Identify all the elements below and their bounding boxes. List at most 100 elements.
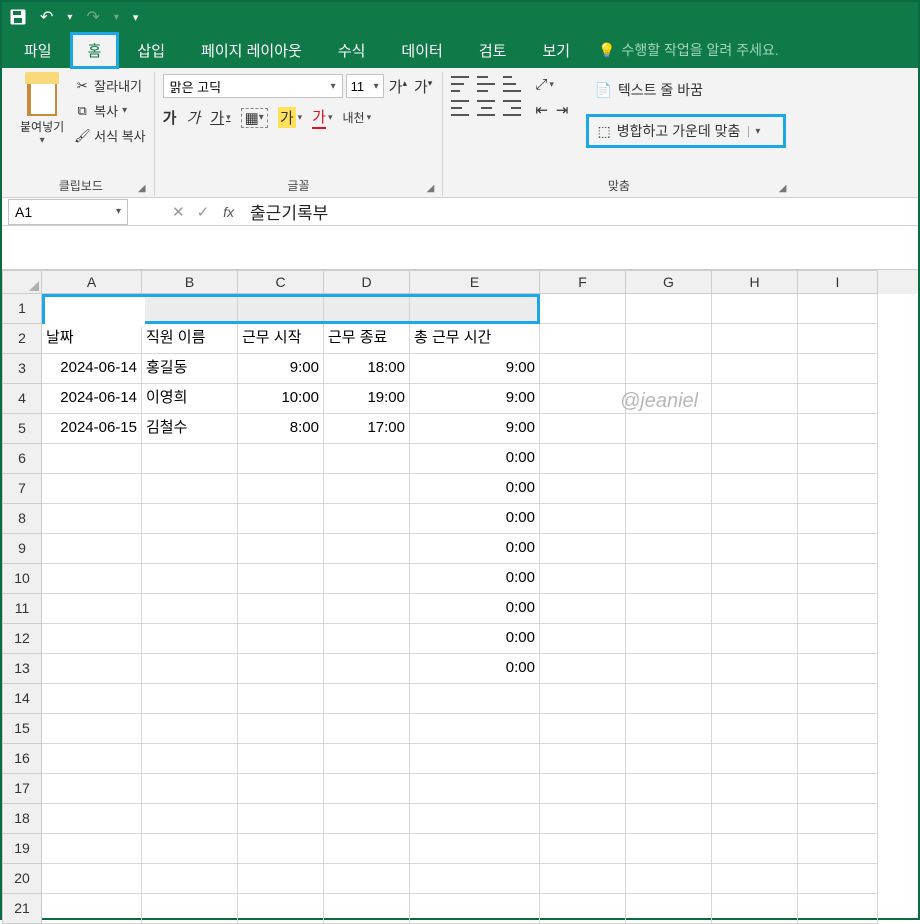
tab-page-layout[interactable]: 페이지 레이아웃 <box>183 32 320 69</box>
cell[interactable] <box>626 564 712 594</box>
font-size-select[interactable]: 11 ▾ <box>346 74 384 98</box>
decrease-font-icon[interactable]: 가▾ <box>412 76 434 97</box>
cell[interactable] <box>142 624 238 654</box>
cell[interactable] <box>712 504 798 534</box>
col-header-A[interactable]: A <box>42 270 142 294</box>
col-header-E[interactable]: E <box>410 270 540 294</box>
row-header[interactable]: 4 <box>2 384 42 414</box>
cell[interactable]: 근무 시작 <box>238 324 324 354</box>
cell[interactable] <box>324 564 410 594</box>
cell[interactable] <box>798 384 878 414</box>
cell[interactable] <box>540 564 626 594</box>
format-painter-button[interactable]: 🖌 서식 복사 <box>74 126 145 145</box>
cell[interactable] <box>540 714 626 744</box>
cell[interactable]: 10:00 <box>238 384 324 414</box>
cell[interactable] <box>712 384 798 414</box>
font-name-select[interactable]: 맑은 고딕 ▾ <box>163 74 343 98</box>
cell[interactable]: 9:00 <box>410 414 540 444</box>
decrease-indent-icon[interactable]: ⇤ <box>535 101 548 119</box>
tab-formulas[interactable]: 수식 <box>320 32 384 69</box>
cell[interactable]: 2024-06-14 <box>42 384 142 414</box>
cell[interactable] <box>410 804 540 834</box>
cell[interactable] <box>142 774 238 804</box>
cell[interactable] <box>540 324 626 354</box>
undo-icon[interactable]: ↶ <box>40 7 53 27</box>
cell[interactable] <box>712 294 798 324</box>
cell[interactable] <box>540 744 626 774</box>
cell[interactable]: 0:00 <box>410 474 540 504</box>
cell[interactable] <box>410 774 540 804</box>
cell[interactable] <box>238 654 324 684</box>
cell[interactable]: 9:00 <box>238 354 324 384</box>
row-header[interactable]: 12 <box>2 624 42 654</box>
customize-qat-icon[interactable]: ▾ <box>133 11 139 24</box>
align-center-icon[interactable] <box>477 100 495 116</box>
cell[interactable] <box>324 804 410 834</box>
merge-center-button[interactable]: ⬚ 병합하고 가운데 맞춤 ▾ <box>586 114 786 148</box>
cell[interactable] <box>626 624 712 654</box>
cell[interactable]: 0:00 <box>410 594 540 624</box>
cell[interactable]: 2024-06-14 <box>42 354 142 384</box>
cell[interactable] <box>712 744 798 774</box>
cell[interactable] <box>798 504 878 534</box>
cell[interactable] <box>626 414 712 444</box>
cell[interactable] <box>324 864 410 894</box>
cell[interactable] <box>798 714 878 744</box>
cell[interactable] <box>324 444 410 474</box>
col-header-H[interactable]: H <box>712 270 798 294</box>
cell[interactable] <box>142 294 238 324</box>
cell[interactable] <box>324 714 410 744</box>
cell[interactable]: 17:00 <box>324 414 410 444</box>
wrap-text-button[interactable]: 📄 텍스트 줄 바꿈 <box>586 76 786 104</box>
cell[interactable]: 김철수 <box>142 414 238 444</box>
align-left-icon[interactable] <box>451 100 469 116</box>
cell[interactable] <box>626 864 712 894</box>
cell[interactable] <box>626 804 712 834</box>
cell[interactable] <box>798 774 878 804</box>
cell[interactable] <box>626 504 712 534</box>
cell[interactable] <box>324 624 410 654</box>
cell[interactable] <box>540 444 626 474</box>
font-launcher-icon[interactable]: ◢ <box>427 183 435 194</box>
cell[interactable] <box>712 474 798 504</box>
cell[interactable] <box>324 744 410 774</box>
row-header[interactable]: 18 <box>2 804 42 834</box>
tab-file[interactable]: 파일 <box>6 32 70 69</box>
cell[interactable] <box>712 324 798 354</box>
row-header[interactable]: 2 <box>2 324 42 354</box>
cell[interactable] <box>712 624 798 654</box>
cell[interactable]: 이영희 <box>142 384 238 414</box>
cell[interactable] <box>540 294 626 324</box>
cell[interactable] <box>42 624 142 654</box>
cell[interactable] <box>540 474 626 504</box>
cell[interactable]: 0:00 <box>410 534 540 564</box>
cell[interactable] <box>238 804 324 834</box>
cell[interactable] <box>42 564 142 594</box>
row-header[interactable]: 6 <box>2 444 42 474</box>
cell[interactable] <box>238 534 324 564</box>
cell[interactable] <box>42 774 142 804</box>
col-header-C[interactable]: C <box>238 270 324 294</box>
cell[interactable] <box>238 594 324 624</box>
cell[interactable] <box>712 534 798 564</box>
cell[interactable] <box>798 534 878 564</box>
row-header[interactable]: 15 <box>2 714 42 744</box>
cell[interactable]: 총 근무 시간 <box>410 324 540 354</box>
save-icon[interactable] <box>10 9 26 25</box>
cell[interactable]: 홍길동 <box>142 354 238 384</box>
cell[interactable] <box>798 354 878 384</box>
cell[interactable] <box>798 864 878 894</box>
cell[interactable] <box>540 624 626 654</box>
cell[interactable] <box>142 864 238 894</box>
cell[interactable] <box>798 474 878 504</box>
cell[interactable] <box>238 744 324 774</box>
cell[interactable] <box>42 654 142 684</box>
row-header[interactable]: 19 <box>2 834 42 864</box>
cell[interactable] <box>142 474 238 504</box>
cell[interactable] <box>798 444 878 474</box>
cell[interactable]: 9:00 <box>410 354 540 384</box>
cell[interactable] <box>238 864 324 894</box>
row-header[interactable]: 8 <box>2 504 42 534</box>
row-header[interactable]: 16 <box>2 744 42 774</box>
tab-insert[interactable]: 삽입 <box>119 32 183 69</box>
